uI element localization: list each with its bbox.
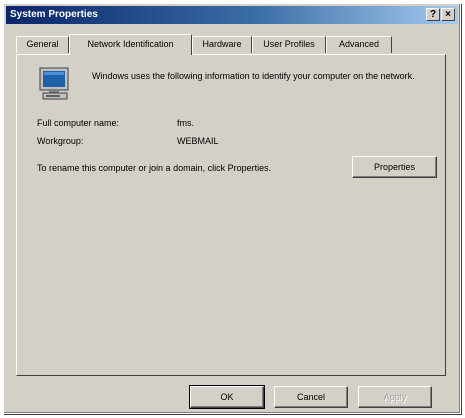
rename-instructions: To rename this computer or join a domain… — [37, 163, 272, 173]
full-computer-name-label: Full computer name: — [37, 118, 120, 128]
tab-hardware[interactable]: Hardware — [192, 36, 252, 53]
tab-general[interactable]: General — [16, 36, 69, 53]
properties-button[interactable]: Properties — [352, 156, 437, 178]
close-button[interactable]: × — [441, 8, 455, 21]
tab-advanced[interactable]: Advanced — [326, 36, 392, 53]
ok-button[interactable]: OK — [189, 385, 265, 409]
title-bar[interactable]: System Properties ? × — [6, 6, 458, 24]
cancel-button[interactable]: Cancel — [274, 386, 348, 408]
apply-button[interactable]: Apply — [358, 386, 432, 408]
workgroup-label: Workgroup: — [37, 136, 84, 146]
computer-monitor-icon — [39, 67, 69, 100]
help-button[interactable]: ? — [426, 8, 440, 21]
system-properties-window: System Properties ? × General Network Id… — [3, 3, 461, 414]
network-identification-panel: Windows uses the following information t… — [16, 54, 446, 376]
tab-strip: General Network Identification Hardware … — [16, 34, 448, 55]
full-computer-name-value: fms. — [177, 118, 194, 128]
tab-network-identification[interactable]: Network Identification — [69, 34, 192, 55]
tab-user-profiles[interactable]: User Profiles — [252, 36, 326, 53]
window-title: System Properties — [10, 9, 98, 20]
intro-text: Windows uses the following information t… — [92, 71, 415, 81]
workgroup-value: WEBMAIL — [177, 136, 219, 146]
